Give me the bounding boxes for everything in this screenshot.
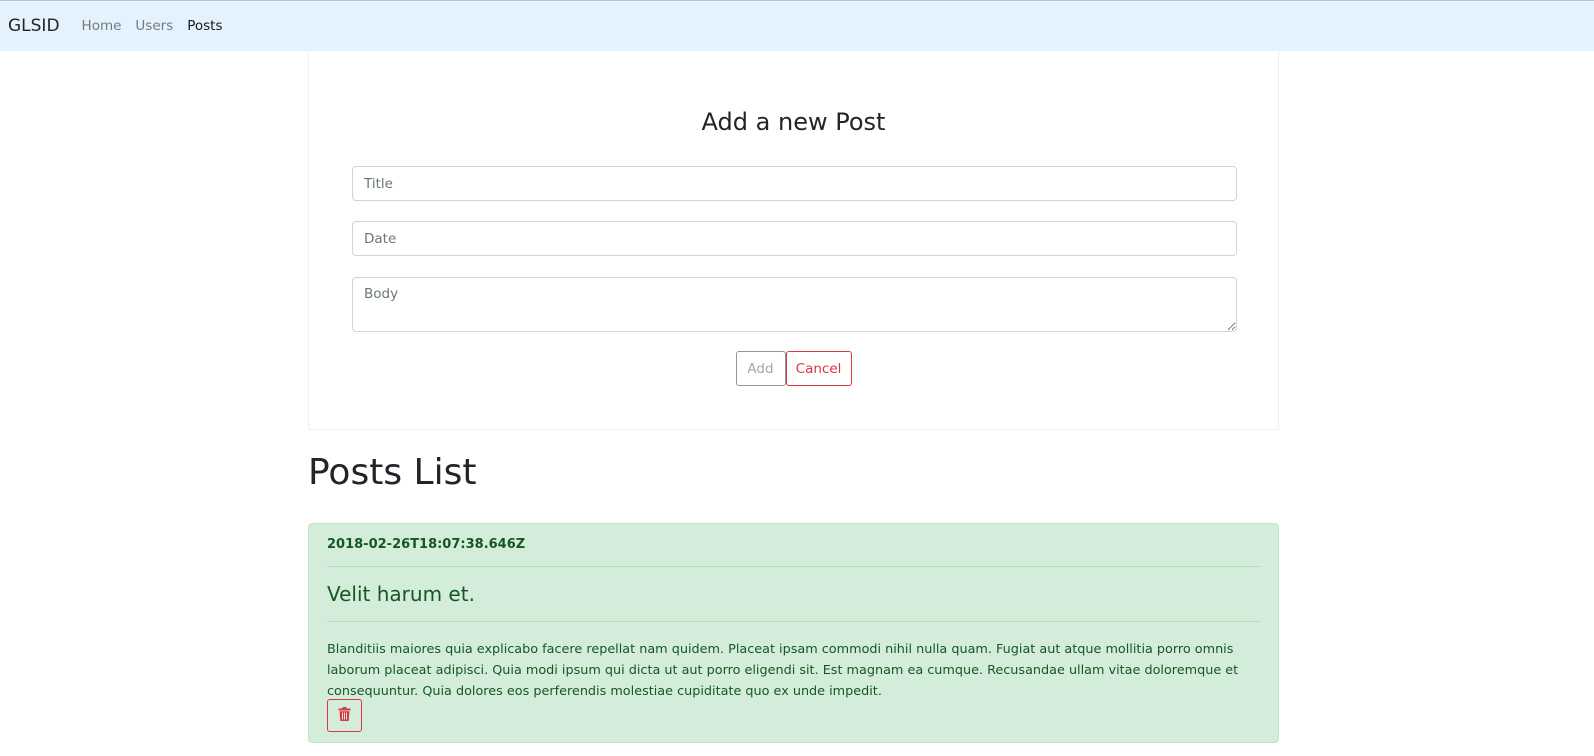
brand-logo[interactable]: GLSID <box>8 16 60 36</box>
title-input[interactable] <box>352 166 1237 201</box>
posts-list-heading: Posts List <box>308 452 477 493</box>
trash-icon <box>338 707 351 724</box>
nav-link-users[interactable]: Users <box>135 18 173 34</box>
form-actions: Add Cancel <box>309 351 1278 386</box>
post-card: 2018-02-26T18:07:38.646Z Velit harum et.… <box>308 523 1279 743</box>
nav-links: Home Users Posts <box>74 18 229 34</box>
delete-post-button[interactable] <box>327 699 362 732</box>
form-title: Add a new Post <box>701 108 886 136</box>
post-date: 2018-02-26T18:07:38.646Z <box>327 537 526 552</box>
add-button[interactable]: Add <box>735 351 786 386</box>
body-textarea[interactable] <box>352 277 1237 332</box>
nav-link-posts[interactable]: Posts <box>187 18 222 34</box>
post-title: Velit harum et. <box>327 582 475 606</box>
cancel-button[interactable]: Cancel <box>785 351 852 386</box>
navbar: GLSID Home Users Posts <box>0 0 1594 51</box>
add-post-form: Add a new Post Add Cancel <box>308 51 1279 430</box>
nav-link-home[interactable]: Home <box>82 18 122 34</box>
post-divider <box>327 621 1261 622</box>
date-input[interactable] <box>352 221 1237 256</box>
post-body: Blanditiis maiores quia explicabo facere… <box>327 642 1239 699</box>
post-divider <box>327 566 1261 567</box>
